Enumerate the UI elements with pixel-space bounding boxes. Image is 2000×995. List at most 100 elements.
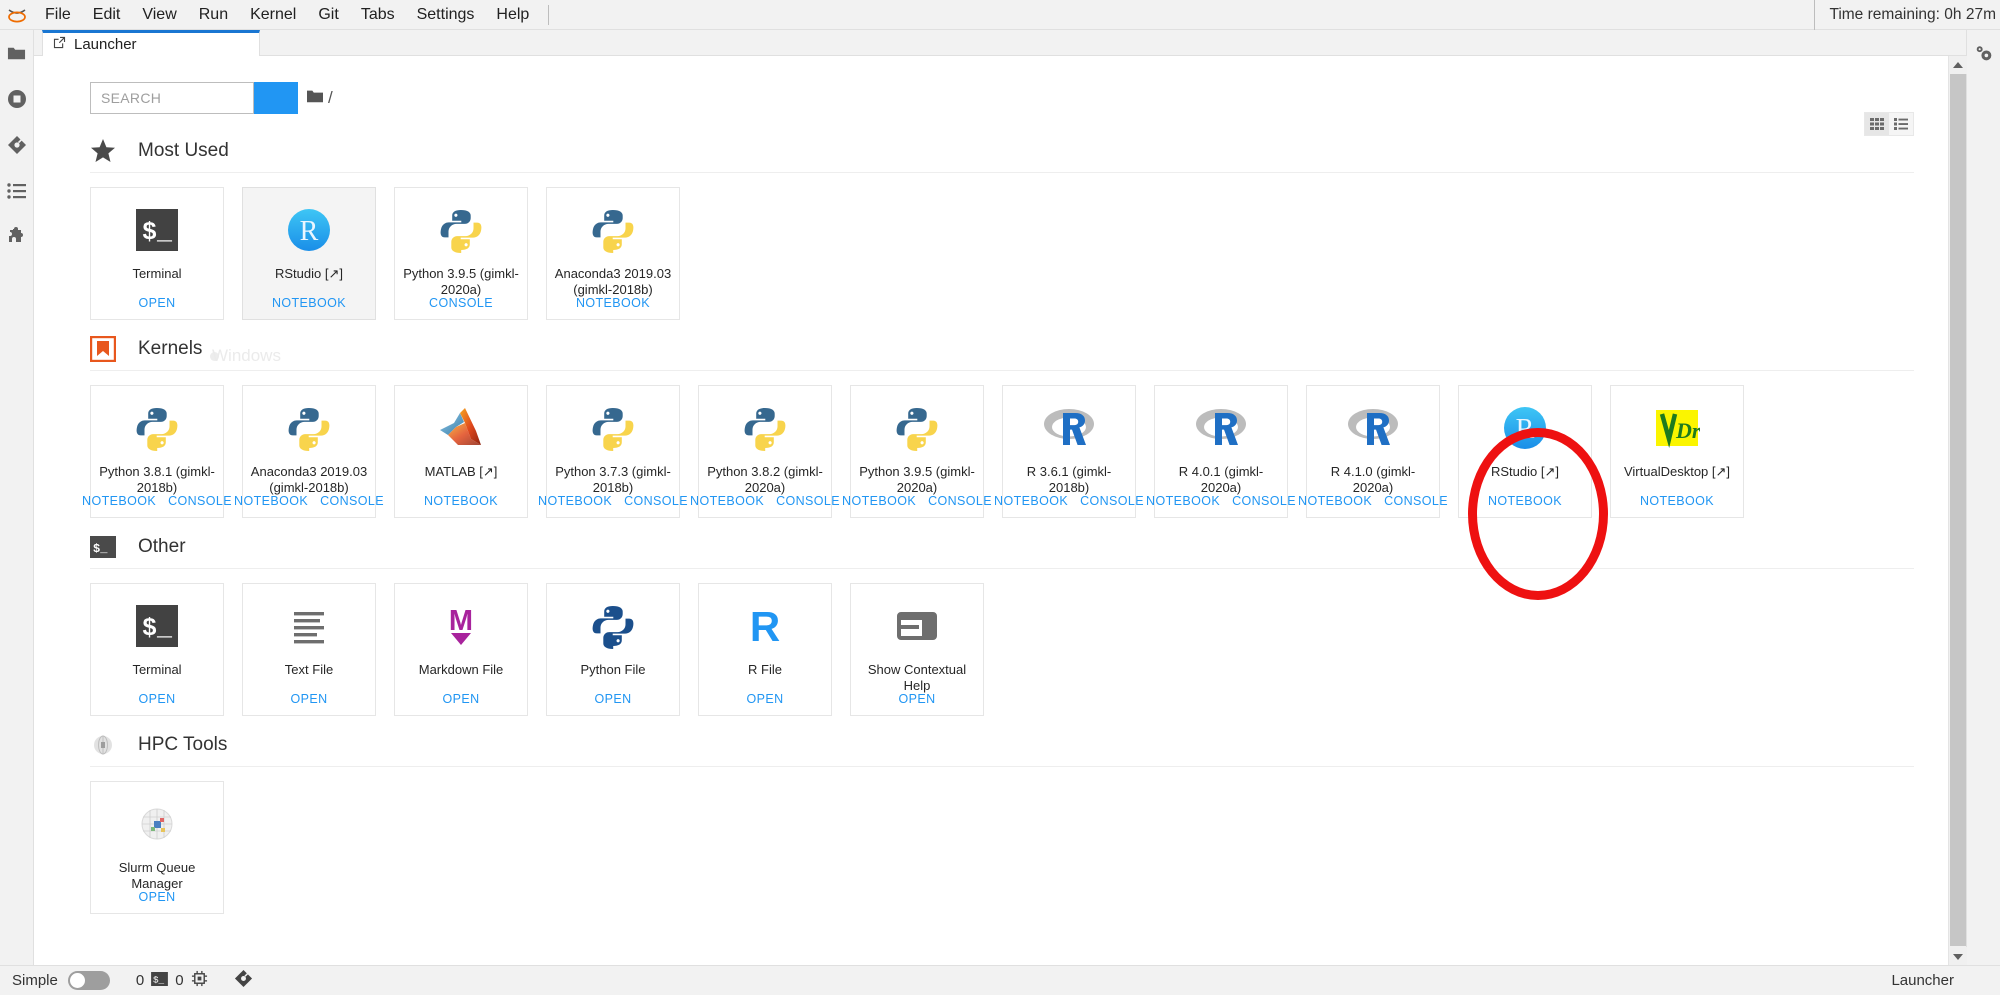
card-action-notebook[interactable]: NOTEBOOK — [842, 494, 916, 508]
matlab-icon — [438, 402, 484, 454]
sidebar-git[interactable] — [0, 122, 34, 168]
sidebar-file-browser[interactable] — [0, 30, 34, 76]
launcher-card[interactable]: Text File OPEN — [242, 583, 376, 716]
launcher-card[interactable]: Anaconda3 2019.03 (gimkl-2018b) NOTEBOOK — [546, 187, 680, 320]
card-label: Python File — [580, 662, 646, 677]
menu-kernel[interactable]: Kernel — [239, 0, 307, 30]
simple-mode-label: Simple — [12, 972, 58, 989]
card-actions: OPEN — [395, 692, 527, 706]
card-action-notebook[interactable]: NOTEBOOK — [1488, 494, 1562, 508]
launcher-card[interactable]: $_ Terminal OPEN — [90, 583, 224, 716]
launcher-card[interactable]: MATLAB [↗] NOTEBOOK — [394, 385, 528, 518]
breadcrumb[interactable]: / — [306, 88, 333, 109]
card-action-open[interactable]: OPEN — [594, 692, 631, 706]
card-action-open[interactable]: OPEN — [138, 692, 175, 706]
card-actions: OPEN — [91, 296, 223, 310]
launcher-card[interactable]: Python 3.7.3 (gimkl-2018b) NOTEBOOK CONSOL… — [538, 385, 688, 518]
launcher-card[interactable]: R RStudio [↗] NOTEBOOK — [1458, 385, 1592, 518]
card-action-console[interactable]: CONSOLE — [1384, 494, 1448, 508]
launcher-card[interactable]: Python 3.8.1 (gimkl-2018b) NOTEBOOK CONSOL… — [82, 385, 232, 518]
card-action-console[interactable]: CONSOLE — [928, 494, 992, 508]
card-action-console[interactable]: CONSOLE — [776, 494, 840, 508]
card-action-notebook[interactable]: NOTEBOOK — [272, 296, 346, 310]
menu-git[interactable]: Git — [307, 0, 349, 30]
card-actions: OPEN — [243, 692, 375, 706]
folder-icon — [306, 88, 324, 109]
card-label: Slurm Queue Manager — [118, 860, 196, 892]
vertical-scrollbar[interactable] — [1948, 56, 1967, 965]
menu-divider — [548, 4, 550, 25]
card-action-notebook[interactable]: NOTEBOOK — [234, 494, 308, 508]
watermark-dot — [210, 352, 219, 361]
card-action-notebook[interactable]: NOTEBOOK — [576, 296, 650, 310]
launcher-card[interactable]: Python File OPEN — [546, 583, 680, 716]
scrollbar-thumb[interactable] — [1950, 74, 1966, 946]
launcher-panel: / Most Used $_ Terminal OPEN R RStudio [↗] NOT… — [34, 56, 1948, 965]
card-action-notebook[interactable]: NOTEBOOK — [82, 494, 156, 508]
card-action-open[interactable]: OPEN — [138, 296, 175, 310]
card-action-open[interactable]: OPEN — [138, 890, 175, 904]
launcher-card[interactable]: Anaconda3 2019.03 (gimkl-2018b) NOTEBOOK C… — [234, 385, 384, 518]
card-action-open[interactable]: OPEN — [442, 692, 479, 706]
card-label: Python 3.9.5 (gimkl-2020a) — [859, 464, 975, 496]
card-action-notebook[interactable]: NOTEBOOK — [424, 494, 498, 508]
python-icon — [438, 204, 484, 256]
card-action-console[interactable]: CONSOLE — [624, 494, 688, 508]
card-action-notebook[interactable]: NOTEBOOK — [1640, 494, 1714, 508]
card-action-console[interactable]: CONSOLE — [168, 494, 232, 508]
card-action-notebook[interactable]: NOTEBOOK — [994, 494, 1068, 508]
launcher-card[interactable]: R RStudio [↗] NOTEBOOK — [242, 187, 376, 320]
launcher-card[interactable]: Python 3.8.2 (gimkl-2020a) NOTEBOOK CONSOL… — [690, 385, 840, 518]
menu-file[interactable]: File — [34, 0, 82, 30]
sidebar-extension-manager[interactable] — [0, 214, 34, 260]
terminal-count-group[interactable]: 0 $_ 0 — [136, 970, 208, 991]
card-action-notebook[interactable]: NOTEBOOK — [1146, 494, 1220, 508]
card-action-open[interactable]: OPEN — [746, 692, 783, 706]
card-row: Python 3.8.1 (gimkl-2018b) NOTEBOOK CONSOL… — [82, 371, 1948, 528]
launcher-card[interactable]: Slurm Queue Manager OPEN — [90, 781, 224, 914]
scroll-down-button[interactable] — [1949, 947, 1967, 965]
card-action-notebook[interactable]: NOTEBOOK — [538, 494, 612, 508]
card-action-console[interactable]: CONSOLE — [1080, 494, 1144, 508]
menu-tabs[interactable]: Tabs — [350, 0, 406, 30]
python-icon — [590, 204, 636, 256]
python-icon — [286, 402, 332, 454]
card-action-open[interactable]: OPEN — [290, 692, 327, 706]
card-label: Markdown File — [418, 662, 504, 677]
menu-run[interactable]: Run — [188, 0, 239, 30]
launcher-card[interactable]: R 3.6.1 (gimkl-2018b) NOTEBOOK CONSOLE — [994, 385, 1144, 518]
card-actions: NOTEBOOK — [243, 296, 375, 310]
sidebar-table-of-contents[interactable] — [0, 168, 34, 214]
launcher-card[interactable]: Python 3.9.5 (gimkl-2020a) NOTEBOOK CONSOL… — [842, 385, 992, 518]
grid-view-button[interactable] — [1865, 113, 1889, 135]
sidebar-running-terminals[interactable] — [0, 76, 34, 122]
section-header: $_ Other — [90, 534, 1914, 569]
card-action-notebook[interactable]: NOTEBOOK — [1298, 494, 1372, 508]
launcher-card[interactable]: M Markdown File OPEN — [394, 583, 528, 716]
card-action-console[interactable]: CONSOLE — [1232, 494, 1296, 508]
python-icon — [134, 402, 180, 454]
card-action-notebook[interactable]: NOTEBOOK — [690, 494, 764, 508]
launcher-card[interactable]: R R File OPEN — [698, 583, 832, 716]
git-status-group[interactable] — [234, 969, 253, 992]
sidebar-property-inspector[interactable] — [1967, 30, 2000, 76]
menu-settings[interactable]: Settings — [406, 0, 486, 30]
launcher-card[interactable]: Show Contextual Help OPEN — [850, 583, 984, 716]
simple-mode-toggle[interactable] — [67, 971, 110, 990]
card-action-console[interactable]: CONSOLE — [320, 494, 384, 508]
scroll-up-button[interactable] — [1949, 56, 1967, 74]
card-action-open[interactable]: OPEN — [898, 692, 935, 706]
launcher-card[interactable]: Python 3.9.5 (gimkl-2020a) CONSOLE — [394, 187, 528, 320]
menu-view[interactable]: View — [131, 0, 187, 30]
launcher-card[interactable]: $_ Terminal OPEN — [90, 187, 224, 320]
menu-edit[interactable]: Edit — [82, 0, 132, 30]
menu-help[interactable]: Help — [485, 0, 540, 30]
launcher-card[interactable]: R 4.1.0 (gimkl-2020a) NOTEBOOK CONSOLE — [1298, 385, 1448, 518]
launcher-card[interactable]: R 4.0.1 (gimkl-2020a) NOTEBOOK CONSOLE — [1146, 385, 1296, 518]
list-view-button[interactable] — [1889, 113, 1913, 135]
launcher-card[interactable]: Dr VirtualDesktop [↗] NOTEBOOK — [1610, 385, 1744, 518]
search-input[interactable] — [90, 82, 254, 114]
card-action-console[interactable]: CONSOLE — [429, 296, 493, 310]
launcher-sections: Most Used $_ Terminal OPEN R RStudio [↗] NOTEB… — [82, 138, 1948, 924]
tab-launcher[interactable]: Launcher — [42, 30, 260, 56]
